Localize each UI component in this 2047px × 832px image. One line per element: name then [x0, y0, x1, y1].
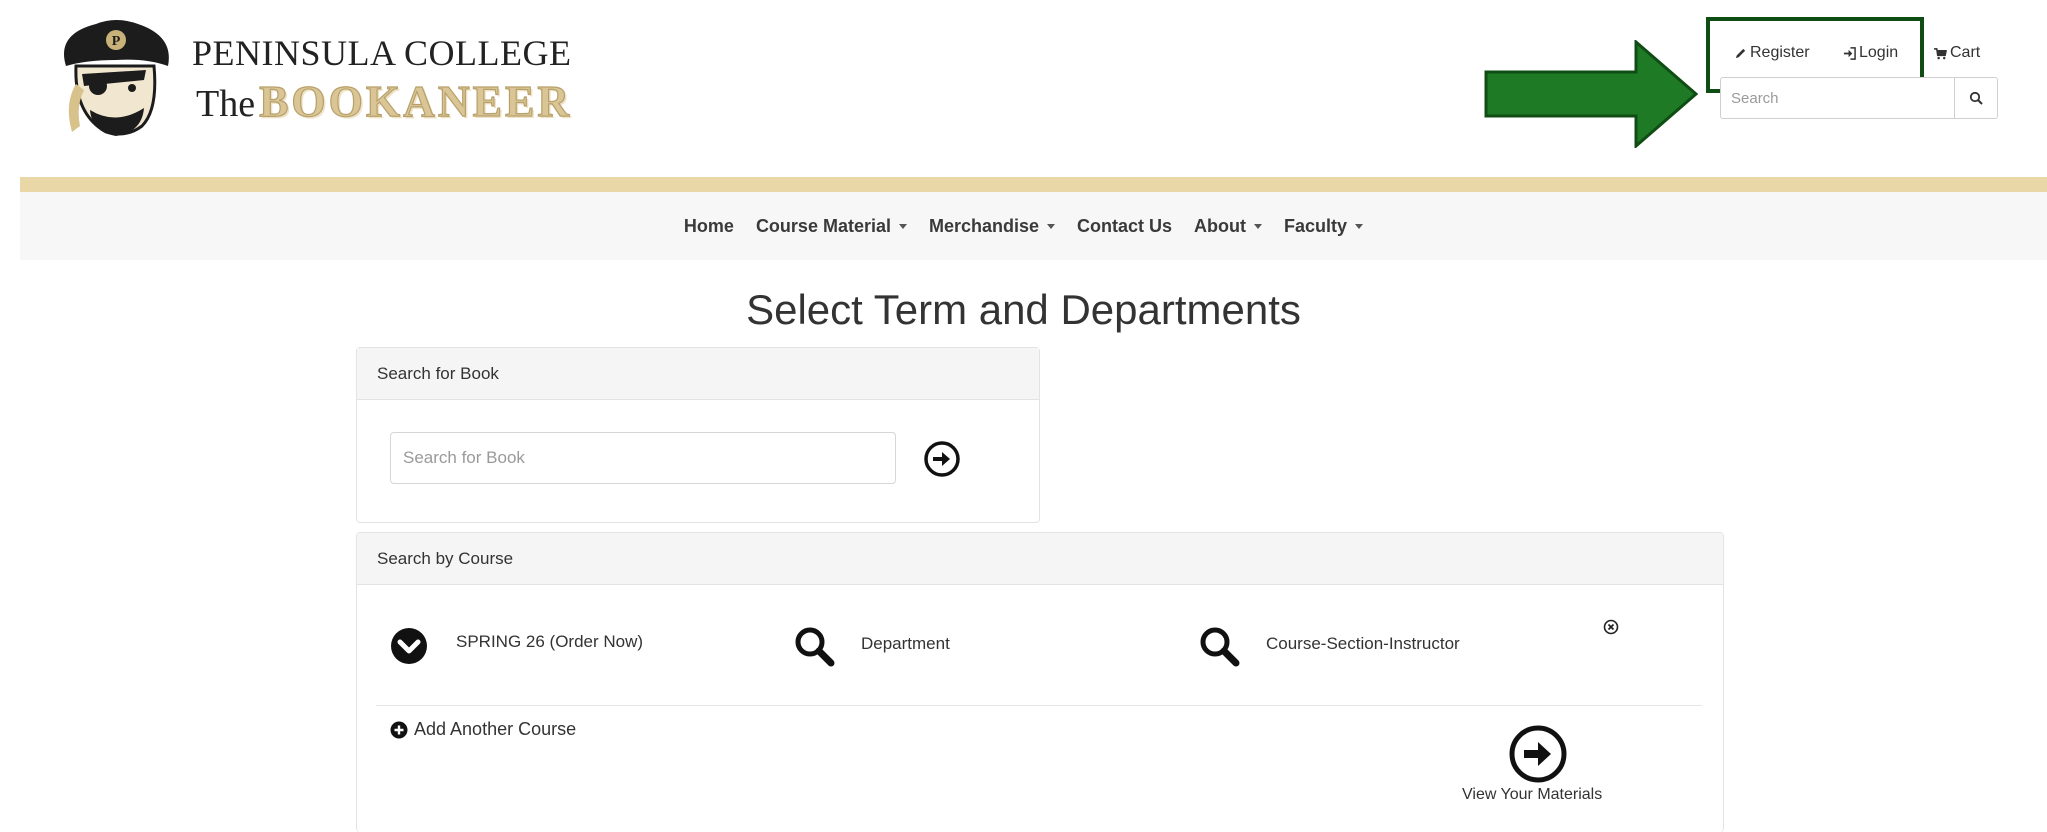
nav-contact-us[interactable]: Contact Us — [1077, 216, 1172, 237]
caret-down-icon — [1047, 223, 1056, 229]
nav-course-material[interactable]: Course Material — [756, 216, 907, 237]
search-for-book-heading: Search for Book — [357, 348, 1039, 400]
search-by-course-heading: Search by Course — [357, 533, 1723, 585]
main-nav: Home Course Material Merchandise Contact… — [0, 192, 2047, 260]
add-another-course-button[interactable]: Add Another Course — [390, 719, 576, 740]
site-search — [1720, 77, 1998, 119]
remove-circle-icon[interactable] — [1603, 619, 1619, 635]
brand-bookaneer: BOOKANEER — [258, 76, 573, 126]
caret-down-icon — [898, 223, 907, 229]
register-label: Register — [1750, 44, 1810, 61]
pirate-mascot-icon: P — [64, 20, 169, 136]
add-another-course-label: Add Another Course — [414, 719, 577, 739]
nav-home-label: Home — [683, 215, 734, 236]
page-title: Select Term and Departments — [746, 286, 1301, 333]
caret-down-icon — [1355, 223, 1364, 229]
svg-text:P: P — [112, 34, 121, 49]
brand-wordmark: The BOOKANEER — [196, 76, 572, 127]
divider — [376, 705, 1702, 706]
search-icon[interactable] — [793, 625, 835, 667]
nav-merchandise-label: Merchandise — [928, 215, 1040, 236]
gold-band — [20, 177, 2047, 192]
brand-the: The — [196, 83, 256, 125]
arrow-circle-right-icon[interactable] — [1508, 724, 1568, 784]
login-link[interactable]: Login — [1843, 44, 1898, 62]
green-arrow-icon — [1484, 40, 1698, 148]
term-select[interactable]: SPRING 26 (Order Now) — [456, 632, 643, 652]
register-link[interactable]: Register — [1734, 44, 1810, 62]
pencil-icon — [1735, 48, 1746, 58]
nav-course-material-label: Course Material — [755, 215, 891, 236]
caret-down-icon — [1254, 223, 1263, 229]
book-search-input[interactable] — [390, 432, 896, 484]
course-section-instructor-select[interactable]: Course-Section-Instructor — [1266, 634, 1460, 654]
login-label: Login — [1859, 44, 1899, 61]
nav-about-label: About — [1194, 215, 1247, 236]
site-search-input[interactable] — [1721, 78, 1954, 118]
plus-circle-icon — [390, 721, 408, 738]
sign-in-icon — [1843, 46, 1856, 60]
department-select[interactable]: Department — [861, 634, 950, 654]
nav-home[interactable]: Home — [684, 216, 734, 237]
chevron-circle-down-icon[interactable] — [390, 627, 428, 665]
brand-college-name: PENINSULA COLLEGE — [192, 33, 572, 73]
nav-about[interactable]: About — [1194, 215, 1263, 237]
arrow-circle-right-icon[interactable] — [923, 440, 961, 478]
search-icon[interactable] — [1198, 625, 1240, 667]
cart-link[interactable]: Cart — [1934, 44, 1980, 62]
nav-faculty[interactable]: Faculty — [1284, 215, 1364, 237]
cart-icon — [1934, 47, 1947, 59]
site-search-button[interactable] — [1954, 78, 1997, 118]
cart-label: Cart — [1950, 44, 1981, 61]
search-icon — [1969, 91, 1983, 105]
nav-merchandise[interactable]: Merchandise — [928, 215, 1056, 237]
view-your-materials-button[interactable]: View Your Materials — [1462, 786, 1602, 804]
nav-faculty-label: Faculty — [1284, 215, 1348, 236]
nav-contact-us-label: Contact Us — [1077, 215, 1173, 236]
